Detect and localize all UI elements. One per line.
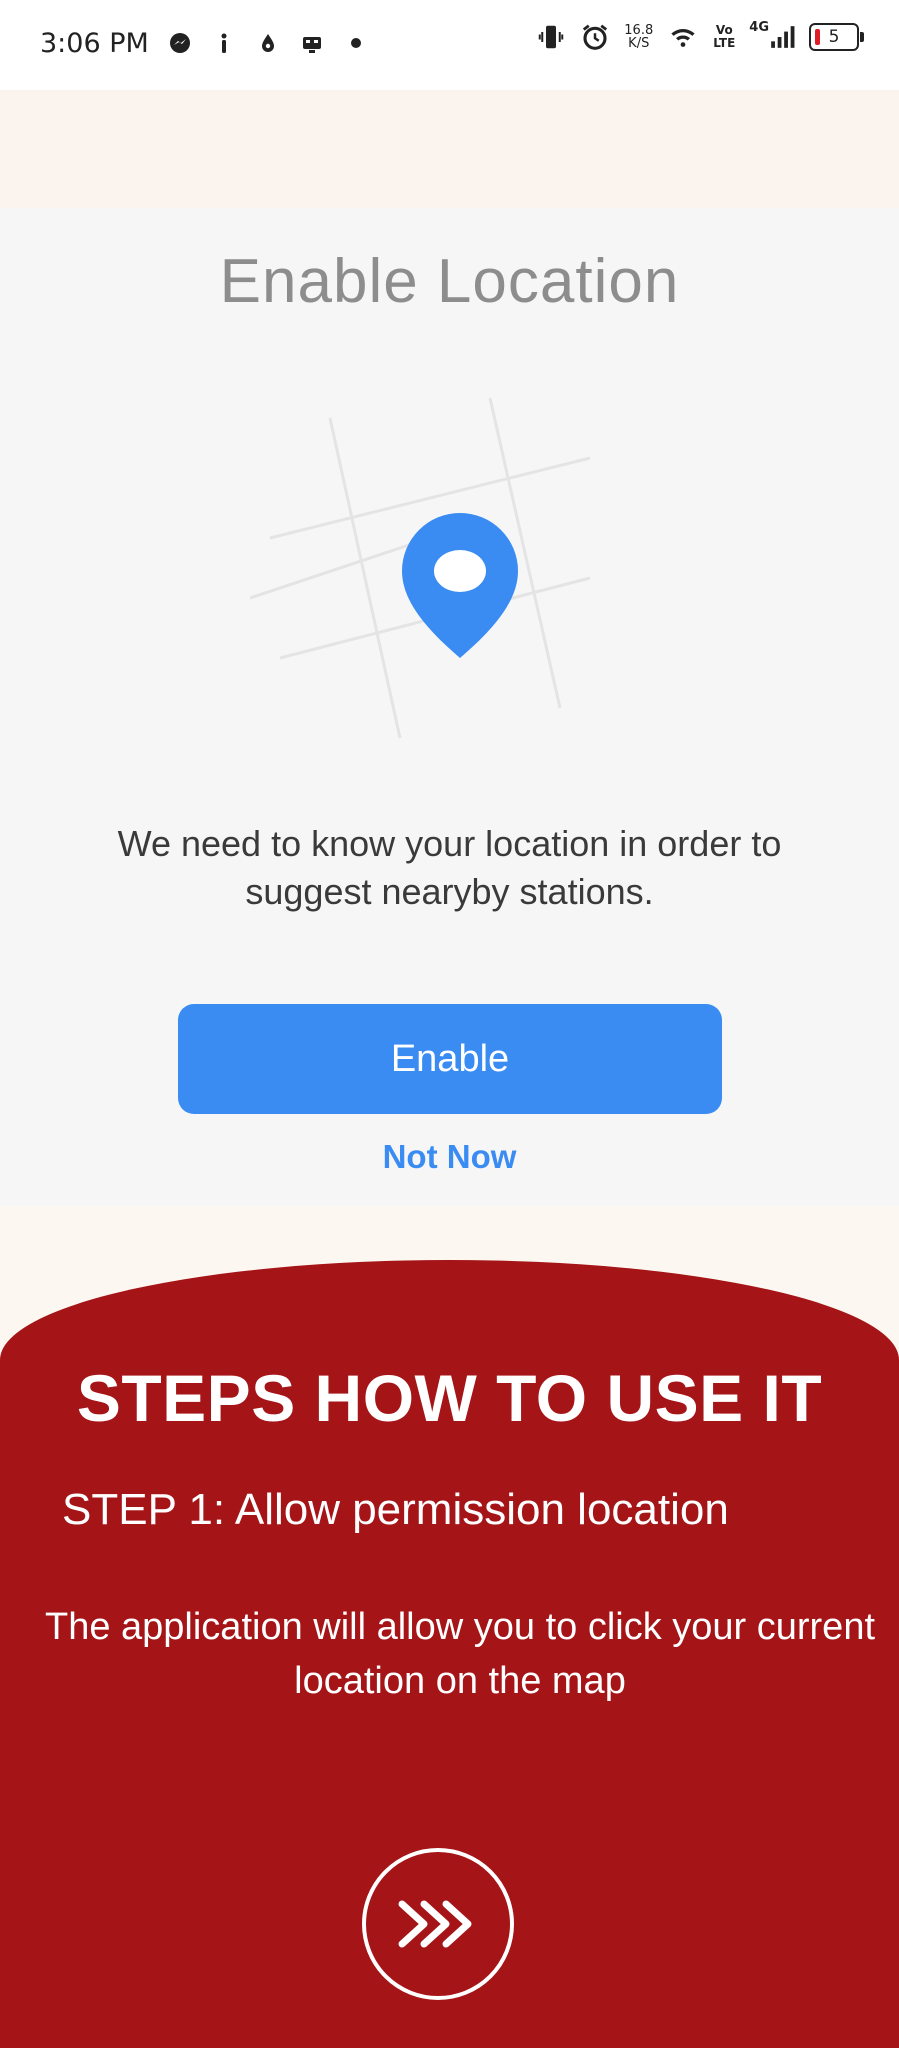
not-now-link[interactable]: Not Now xyxy=(0,1138,899,1176)
system-icons: 16.8 K/S Vo LTE 4G 5 xyxy=(536,19,864,52)
location-pin-icon xyxy=(402,513,518,658)
vibrate-icon xyxy=(539,25,564,49)
card-description: We need to know your location in order t… xyxy=(117,823,782,912)
network-type: 4G xyxy=(749,19,769,35)
info-icon xyxy=(221,33,227,53)
top-band xyxy=(0,90,899,208)
volte-badge: Vo LTE xyxy=(713,24,735,50)
notification-icons xyxy=(168,30,368,56)
card-title: Enable Location xyxy=(219,247,680,316)
messenger-icon xyxy=(170,33,190,53)
net-speed: 16.8 K/S xyxy=(624,24,653,50)
location-card: Enable Location We need to know your loc… xyxy=(0,208,899,1206)
drop-icon xyxy=(262,34,274,52)
battery-level: 5 xyxy=(828,27,840,47)
alarm-icon xyxy=(583,24,608,50)
steps-heading: STEPS HOW TO USE IT xyxy=(76,1361,823,1435)
wifi-icon xyxy=(671,29,695,47)
net-speed-unit: K/S xyxy=(628,36,650,51)
robot-icon xyxy=(303,37,321,53)
status-bar: 3:06 PM 16.8 K/S Vo LTE 4G 5 xyxy=(0,0,899,90)
next-button[interactable] xyxy=(362,1848,514,2000)
battery-icon: 5 xyxy=(809,23,864,51)
status-time: 3:06 PM xyxy=(40,28,149,59)
step-label: STEP 1: Allow permission location xyxy=(62,1485,729,1534)
step-description: The application will allow you to click … xyxy=(44,1606,876,1702)
map-illustration xyxy=(250,397,591,739)
dot-icon xyxy=(351,38,361,48)
triple-chevron-right-icon xyxy=(398,1900,472,1948)
enable-button[interactable]: Enable xyxy=(178,1004,722,1114)
signal-icon xyxy=(771,26,795,48)
volte-bottom: LTE xyxy=(713,36,736,50)
battery-level-bar xyxy=(815,29,820,45)
